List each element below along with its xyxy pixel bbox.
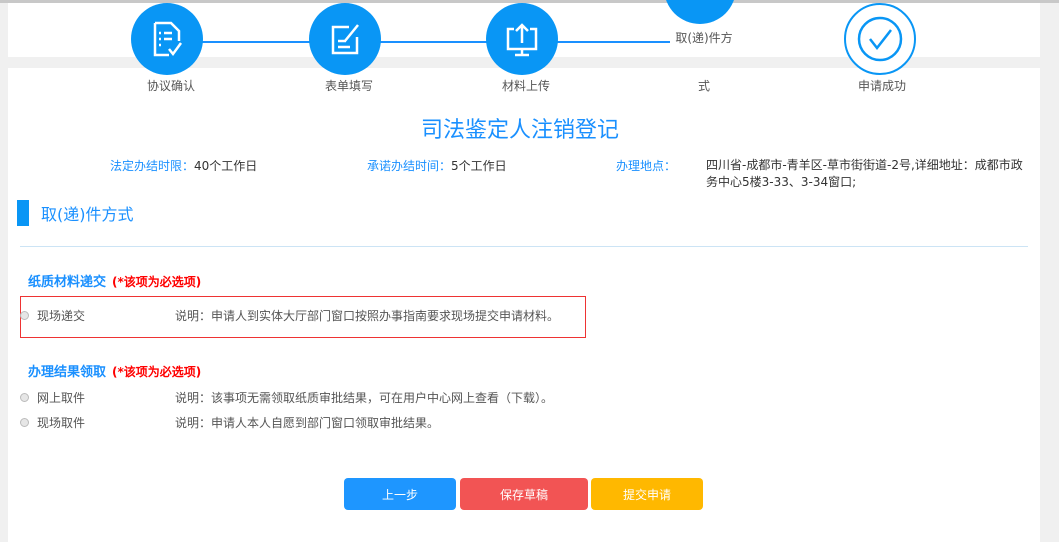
step-4-label-line1: 取(递)件方	[675, 31, 733, 45]
step-3-label: 材料上传	[501, 79, 550, 93]
promise-time-label: 承诺办结时间：	[367, 159, 452, 173]
option-desc: 说明：申请人本人自愿到部门窗口领取审批结果。	[175, 415, 440, 430]
radio-button[interactable]	[20, 310, 29, 320]
section-bar	[17, 200, 29, 226]
section-title: 取(递)件方式	[41, 205, 134, 224]
option-desc: 说明：申请人到实体大厅部门窗口按照办事指南要求现场提交申请材料。	[175, 308, 560, 323]
option-label: 网上取件	[37, 390, 86, 405]
promise-time-value: 5个工作日	[451, 159, 507, 173]
radio-button[interactable]	[20, 417, 29, 427]
group-result-title: 办理结果领取 (*该项为必选项)	[28, 361, 201, 380]
form-edit-icon	[331, 24, 359, 55]
option-onsite-submit[interactable]: 现场递交 说明：申请人到实体大厅部门窗口按照办事指南要求现场提交申请材料。	[20, 305, 559, 325]
option-desc: 说明：该事项无需领取纸质审批结果，可在用户中心网上查看（下载）。	[175, 390, 554, 405]
step-2	[309, 3, 381, 75]
step-5-label: 申请成功	[857, 79, 906, 93]
option-label: 现场取件	[37, 415, 86, 430]
submit-button[interactable]: 提交申请	[591, 478, 703, 510]
step-4-label-line2: 式	[697, 79, 710, 93]
prev-step-button[interactable]: 上一步	[344, 478, 456, 510]
document-check-icon	[153, 21, 183, 57]
option-online-pickup[interactable]: 网上取件 说明：该事项无需领取纸质审批结果，可在用户中心网上查看（下载）。	[20, 387, 553, 407]
delivery-icon	[680, 0, 720, 8]
upload-monitor-icon	[506, 23, 538, 57]
radio-button[interactable]	[20, 392, 29, 402]
option-onsite-pickup[interactable]: 现场取件 说明：申请人本人自愿到部门窗口领取审批结果。	[20, 412, 439, 432]
step-5	[844, 3, 916, 75]
required-note: (*该项为必选项)	[112, 275, 202, 289]
step-1-label: 协议确认	[146, 79, 195, 93]
place-value: 四川省-成都市-青羊区-草市街街道-2号,详细地址：成都市政务中心5楼3-33、…	[706, 158, 1023, 189]
step-1	[131, 3, 203, 75]
legal-time: 法定办结时限：40个工作日	[110, 157, 257, 174]
group-paper-title: 纸质材料递交 (*该项为必选项)	[28, 271, 201, 290]
step-2-label: 表单填写	[324, 79, 373, 93]
required-note: (*该项为必选项)	[112, 365, 202, 379]
section-header: 取(递)件方式	[17, 200, 134, 226]
step-connector	[200, 41, 670, 43]
option-label: 现场递交	[37, 308, 86, 323]
step-3	[486, 3, 558, 75]
save-draft-button[interactable]: 保存草稿	[460, 478, 588, 510]
divider	[20, 246, 1028, 247]
group-title: 办理结果领取	[28, 365, 107, 380]
promise-time: 承诺办结时间：5个工作日	[367, 157, 507, 174]
check-circle-icon	[857, 16, 903, 62]
legal-time-value: 40个工作日	[194, 159, 258, 173]
group-title: 纸质材料递交	[28, 275, 107, 290]
place-label: 办理地点：	[616, 159, 677, 173]
page-title: 司法鉴定人注销登记	[420, 118, 619, 143]
legal-time-label: 法定办结时限：	[110, 159, 195, 173]
